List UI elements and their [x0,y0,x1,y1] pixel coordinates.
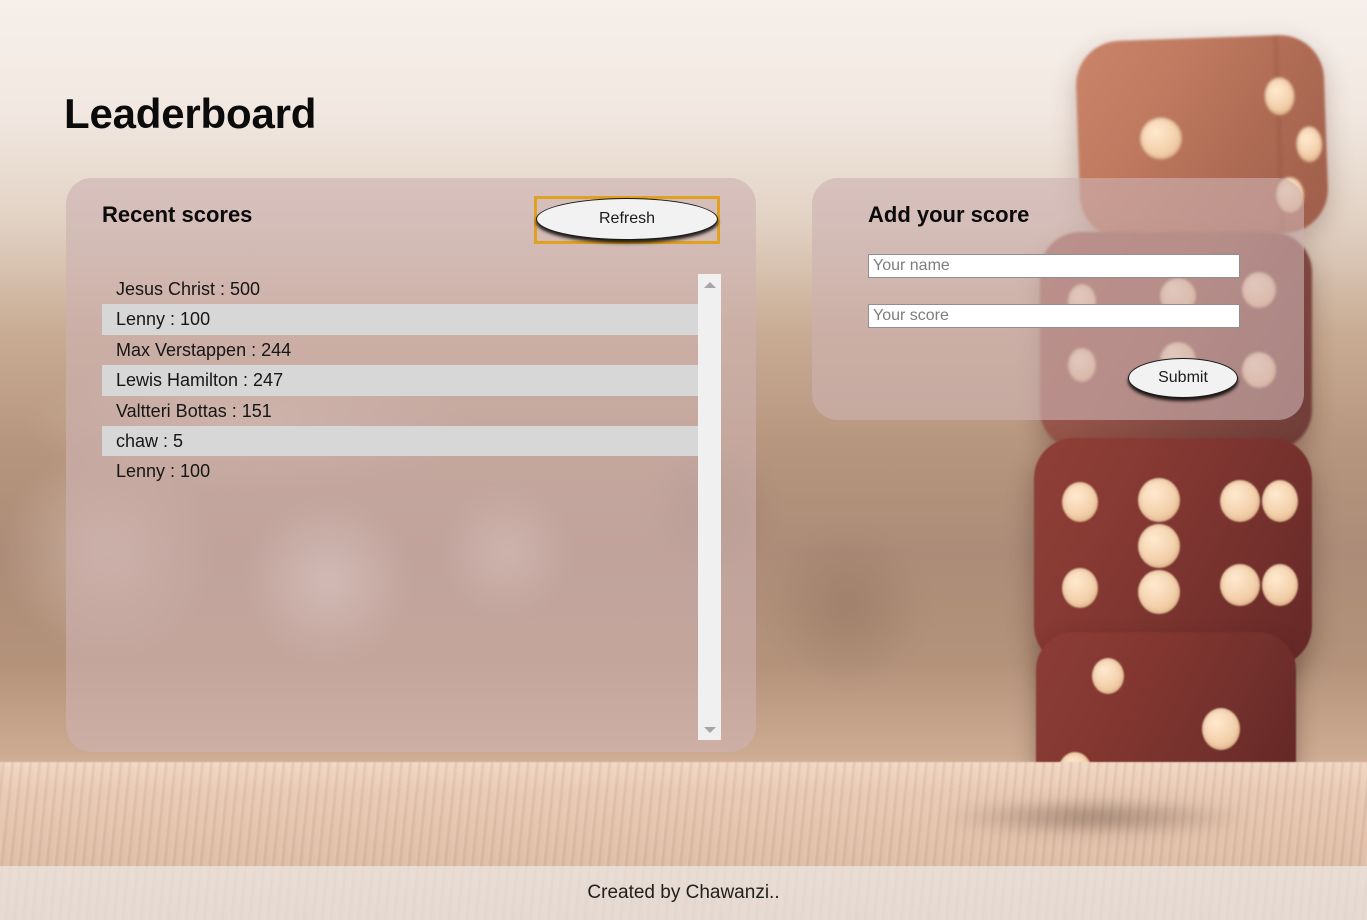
scroll-up-arrow-icon[interactable] [698,276,721,293]
score-list-item: Jesus Christ : 500 [116,279,261,299]
scroll-down-arrow-icon[interactable] [698,721,721,738]
footer-credit: Created by Chawanzi.. [587,882,780,903]
score-list-item: Valtteri Bottas : 151 [116,400,272,421]
score-list-item: Max Verstappen : 244 [116,339,292,360]
dice-shadow [880,790,1310,844]
leaderboard-page: Leaderboard Recent scores Refresh Jesus … [0,0,1367,920]
score-input[interactable] [868,304,1240,328]
name-input[interactable] [868,254,1240,278]
footer-bar: Created by Chawanzi.. [0,866,1367,920]
refresh-button[interactable]: Refresh [536,198,718,240]
scrollbar-thumb[interactable] [698,294,721,444]
add-score-heading: Add your score [868,202,1030,227]
score-list-item: chaw : 5 [102,425,720,457]
page-title: Leaderboard [64,90,317,138]
recent-scores-heading: Recent scores [102,202,253,227]
score-list-scrollbar[interactable] [698,274,721,740]
score-list-item: Lewis Hamilton : 247 [102,365,720,396]
score-list-item: Lenny : 100 [116,461,211,482]
recent-scores-panel: Recent scores Refresh Jesus Christ : 500… [66,178,756,752]
refresh-focus-ring: Refresh [534,196,720,244]
submit-button[interactable]: Submit [1128,358,1238,398]
score-list-item: Lenny : 100 [102,304,720,335]
score-list[interactable]: Jesus Christ : 500 Lenny : 100 Max Verstap… [102,274,720,744]
